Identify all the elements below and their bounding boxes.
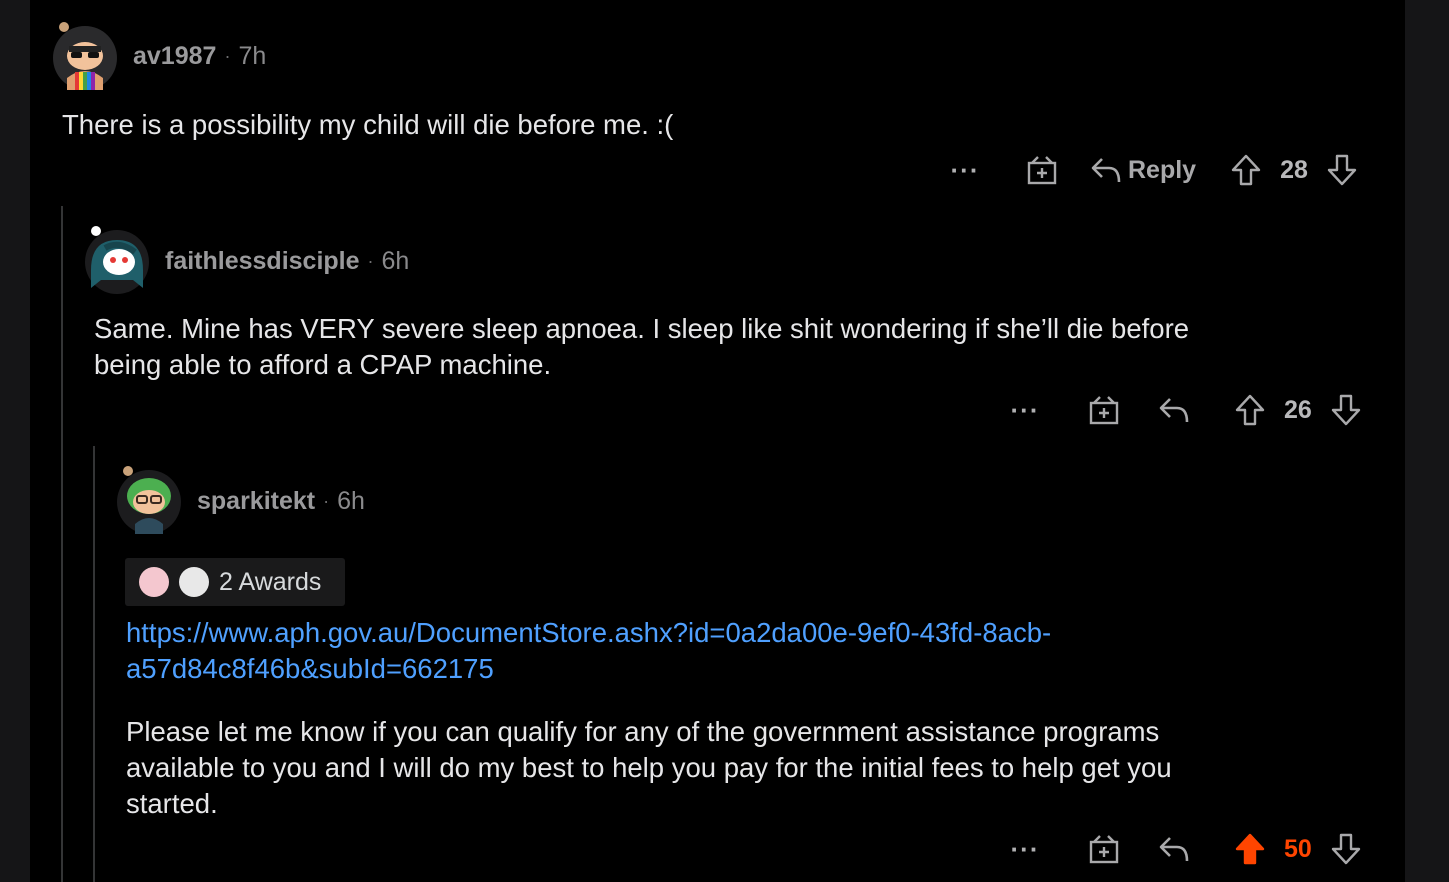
more-options-button[interactable]: ··· [1008, 397, 1042, 423]
online-dot [59, 22, 69, 32]
downvote-arrow-icon [1331, 833, 1361, 865]
upvote-button[interactable] [1230, 153, 1262, 187]
awards-badge[interactable]: 2 Awards [125, 558, 345, 606]
give-award-button[interactable] [1088, 394, 1120, 426]
comment-meta: sparkitekt · 6h [197, 487, 365, 516]
reply-arrow-icon [1091, 158, 1121, 183]
reply-button[interactable] [1158, 835, 1190, 863]
meta-separator: · [224, 46, 231, 66]
more-options-icon: ··· [1010, 395, 1040, 425]
comment-timestamp[interactable]: 7h [238, 42, 266, 71]
avatar-faithlessdisciple[interactable] [85, 226, 149, 294]
meta-separator: · [323, 491, 330, 511]
comment-body-line: Please let me know if you can qualify fo… [126, 716, 1160, 747]
more-options-icon: ··· [1010, 834, 1040, 864]
snoo-avatar-icon [91, 240, 143, 288]
comment-body: Same. Mine has VERY severe sleep apnoea.… [94, 311, 1189, 383]
online-dot [123, 466, 133, 476]
hugz-award-icon [179, 567, 209, 597]
downvote-arrow-icon [1327, 154, 1357, 186]
comment-actions: ··· 50 [1008, 829, 1362, 869]
snoo-avatar-icon [67, 42, 103, 90]
vote-score: 26 [1284, 395, 1312, 424]
awards-count-label: 2 Awards [219, 567, 322, 596]
comment-actions: ··· 26 [1008, 390, 1362, 430]
username-link[interactable]: faithlessdisciple [165, 247, 360, 276]
give-award-button[interactable] [1088, 833, 1120, 865]
upvote-arrow-icon [1231, 154, 1261, 186]
snoo-avatar-icon [127, 478, 171, 534]
downvote-button[interactable] [1330, 832, 1362, 866]
username-link[interactable]: sparkitekt [197, 487, 315, 516]
online-dot [91, 226, 101, 236]
comment-link[interactable]: https://www.aph.gov.au/DocumentStore.ash… [126, 615, 1051, 687]
comment-actions: ··· Reply 28 [948, 150, 1358, 190]
avatar-av1987[interactable] [53, 22, 117, 90]
comment-body-line: available to you and I will do my best t… [126, 752, 1172, 783]
award-gift-icon [1027, 156, 1057, 185]
link-text-line[interactable]: https://www.aph.gov.au/DocumentStore.ash… [126, 615, 1051, 651]
downvote-button[interactable] [1330, 393, 1362, 427]
meta-separator: · [367, 251, 374, 271]
reply-arrow-icon [1159, 837, 1189, 862]
comment-meta: av1987 · 7h [133, 42, 266, 71]
more-options-icon: ··· [950, 155, 980, 185]
reply-arrow-icon [1159, 398, 1189, 423]
comment-body: There is a possibility my child will die… [62, 107, 673, 143]
link-text-line[interactable]: a57d84c8f46b&subId=662175 [126, 651, 1051, 687]
username-link[interactable]: av1987 [133, 42, 216, 71]
give-award-button[interactable] [1026, 154, 1058, 186]
comment-body-line: Same. Mine has VERY severe sleep apnoea.… [94, 313, 1190, 344]
upvote-arrow-icon [1235, 394, 1265, 426]
comment-body: Please let me know if you can qualify fo… [126, 714, 1172, 822]
upvote-button-active[interactable] [1234, 832, 1266, 866]
downvote-arrow-icon [1331, 394, 1361, 426]
more-options-button[interactable]: ··· [1008, 836, 1042, 862]
comment-body-line: There is a possibility my child will die… [62, 109, 674, 140]
upvote-arrow-icon [1235, 833, 1265, 865]
award-gift-icon [1089, 396, 1119, 425]
award-gift-icon [1089, 835, 1119, 864]
reply-button[interactable] [1158, 396, 1190, 424]
comment-timestamp[interactable]: 6h [337, 487, 365, 516]
more-options-button[interactable]: ··· [948, 157, 982, 183]
vote-score: 50 [1284, 834, 1312, 863]
comment-meta: faithlessdisciple · 6h [165, 247, 409, 276]
thread-line-level-2[interactable] [93, 446, 95, 882]
comment-timestamp[interactable]: 6h [382, 247, 410, 276]
downvote-button[interactable] [1326, 153, 1358, 187]
reply-label: Reply [1128, 155, 1197, 184]
avatar-sparkitekt[interactable] [117, 466, 181, 534]
comment-body-line: being able to afford a CPAP machine. [94, 349, 552, 380]
vote-score: 28 [1280, 155, 1308, 184]
wholesome-heart-award-icon [139, 567, 169, 597]
reply-button[interactable]: Reply [1090, 156, 1196, 185]
thread-line-level-1[interactable] [61, 206, 63, 882]
upvote-button[interactable] [1234, 393, 1266, 427]
comment-body-line: started. [126, 788, 218, 819]
